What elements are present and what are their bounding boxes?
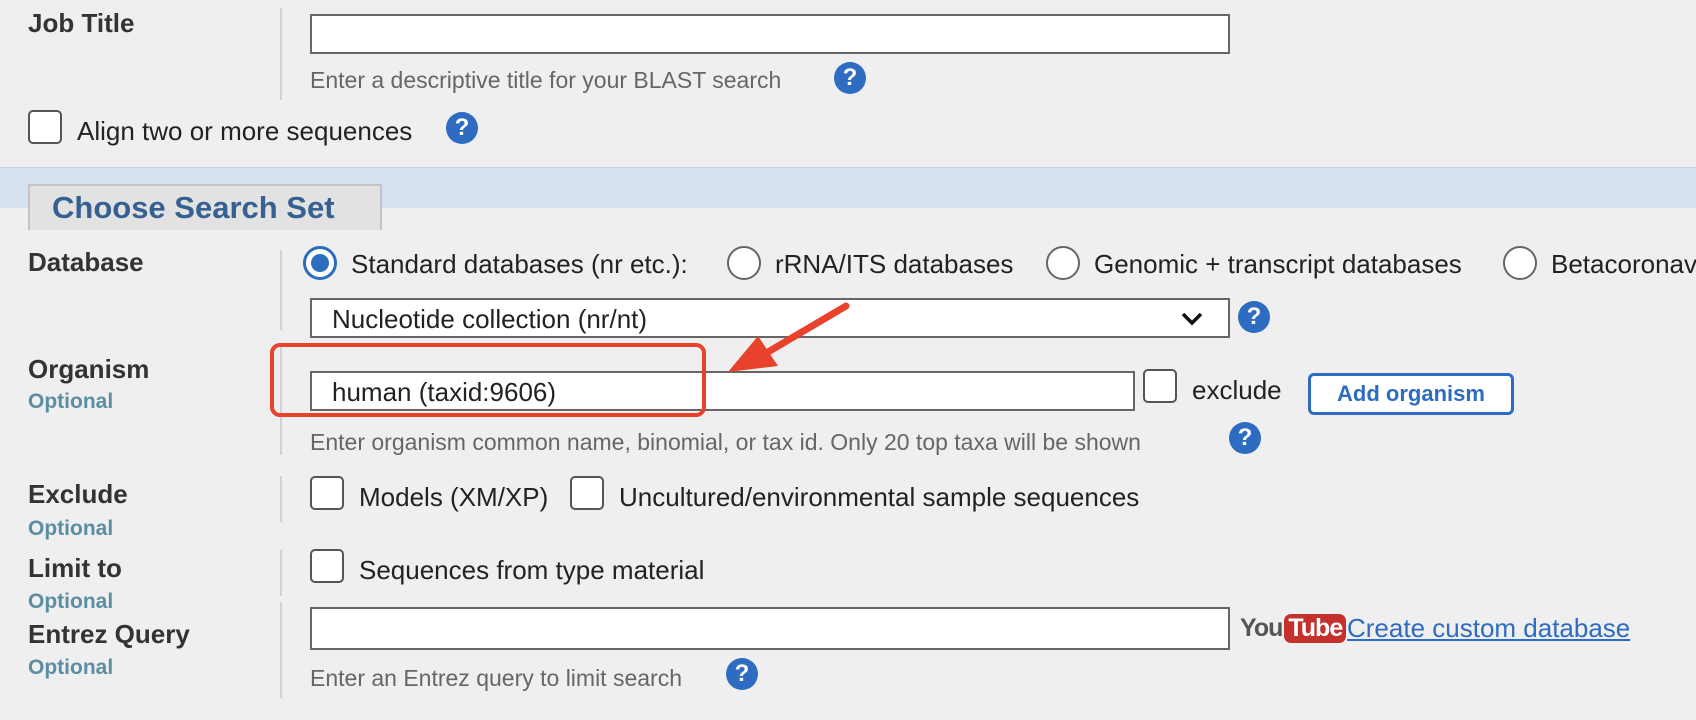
divider [280, 550, 282, 596]
help-icon[interactable]: ? [726, 658, 758, 690]
entrez-query-optional: Optional [28, 656, 114, 679]
align-sequences-checkbox[interactable] [28, 110, 62, 144]
annotation-arrow-icon [728, 302, 850, 372]
job-title-hint: Enter a descriptive title for your BLAST… [310, 67, 782, 93]
job-title-label: Job Title [28, 8, 135, 38]
type-material-checkbox[interactable] [310, 549, 344, 583]
entrez-query-label: Entrez Query [28, 619, 190, 649]
organism-exclude-label: exclude [1192, 375, 1282, 405]
database-select-value: Nucleotide collection (nr/nt) [332, 304, 648, 334]
uncultured-label: Uncultured/environmental sample sequence… [619, 482, 1140, 512]
organism-label: Organism [28, 354, 150, 384]
add-organism-button[interactable]: Add organism [1308, 373, 1514, 415]
radio-betacoronavirus[interactable] [1503, 246, 1537, 280]
models-checkbox[interactable] [310, 476, 344, 510]
radio-betacoronavirus-label: Betacoronavirus [1551, 249, 1696, 279]
organism-exclude-checkbox[interactable] [1143, 369, 1177, 403]
radio-genomic-transcript-databases[interactable] [1046, 246, 1080, 280]
radio-genomic-transcript-databases-label: Genomic + transcript databases [1094, 249, 1462, 279]
radio-rrna-its-databases-label: rRNA/ITS databases [775, 249, 1014, 279]
youtube-logo[interactable]: You Tube [1240, 611, 1347, 645]
entrez-query-hint: Enter an Entrez query to limit search [310, 665, 682, 691]
annotation-highlight-box [270, 343, 706, 417]
organism-hint: Enter organism common name, binomial, or… [310, 429, 1141, 455]
organism-optional: Optional [28, 390, 114, 413]
limit-to-optional: Optional [28, 590, 114, 613]
uncultured-checkbox[interactable] [570, 476, 604, 510]
models-label: Models (XM/XP) [359, 482, 549, 512]
search-set-heading: Choose Search Set [52, 190, 335, 225]
help-icon[interactable]: ? [834, 62, 866, 94]
exclude-label: Exclude [28, 479, 128, 509]
create-custom-database-link[interactable]: Create custom database [1347, 613, 1630, 644]
align-sequences-label: Align two or more sequences [77, 116, 413, 146]
type-material-label: Sequences from type material [359, 555, 705, 585]
chevron-down-icon [1181, 312, 1203, 326]
database-label: Database [28, 247, 144, 277]
divider [280, 250, 282, 330]
youtube-logo-tube: Tube [1284, 613, 1347, 643]
radio-standard-databases-label: Standard databases (nr etc.): [351, 249, 688, 279]
help-icon[interactable]: ? [1229, 422, 1261, 454]
entrez-query-input[interactable] [310, 607, 1230, 650]
radio-standard-databases[interactable] [303, 246, 337, 280]
job-title-input[interactable] [310, 14, 1230, 54]
divider [280, 8, 282, 100]
limit-to-label: Limit to [28, 553, 122, 583]
help-icon[interactable]: ? [446, 112, 478, 144]
exclude-optional: Optional [28, 517, 114, 540]
divider [280, 476, 282, 522]
help-icon[interactable]: ? [1238, 301, 1270, 333]
radio-rrna-its-databases[interactable] [727, 246, 761, 280]
divider [280, 602, 282, 698]
youtube-logo-you: You [1240, 613, 1283, 642]
